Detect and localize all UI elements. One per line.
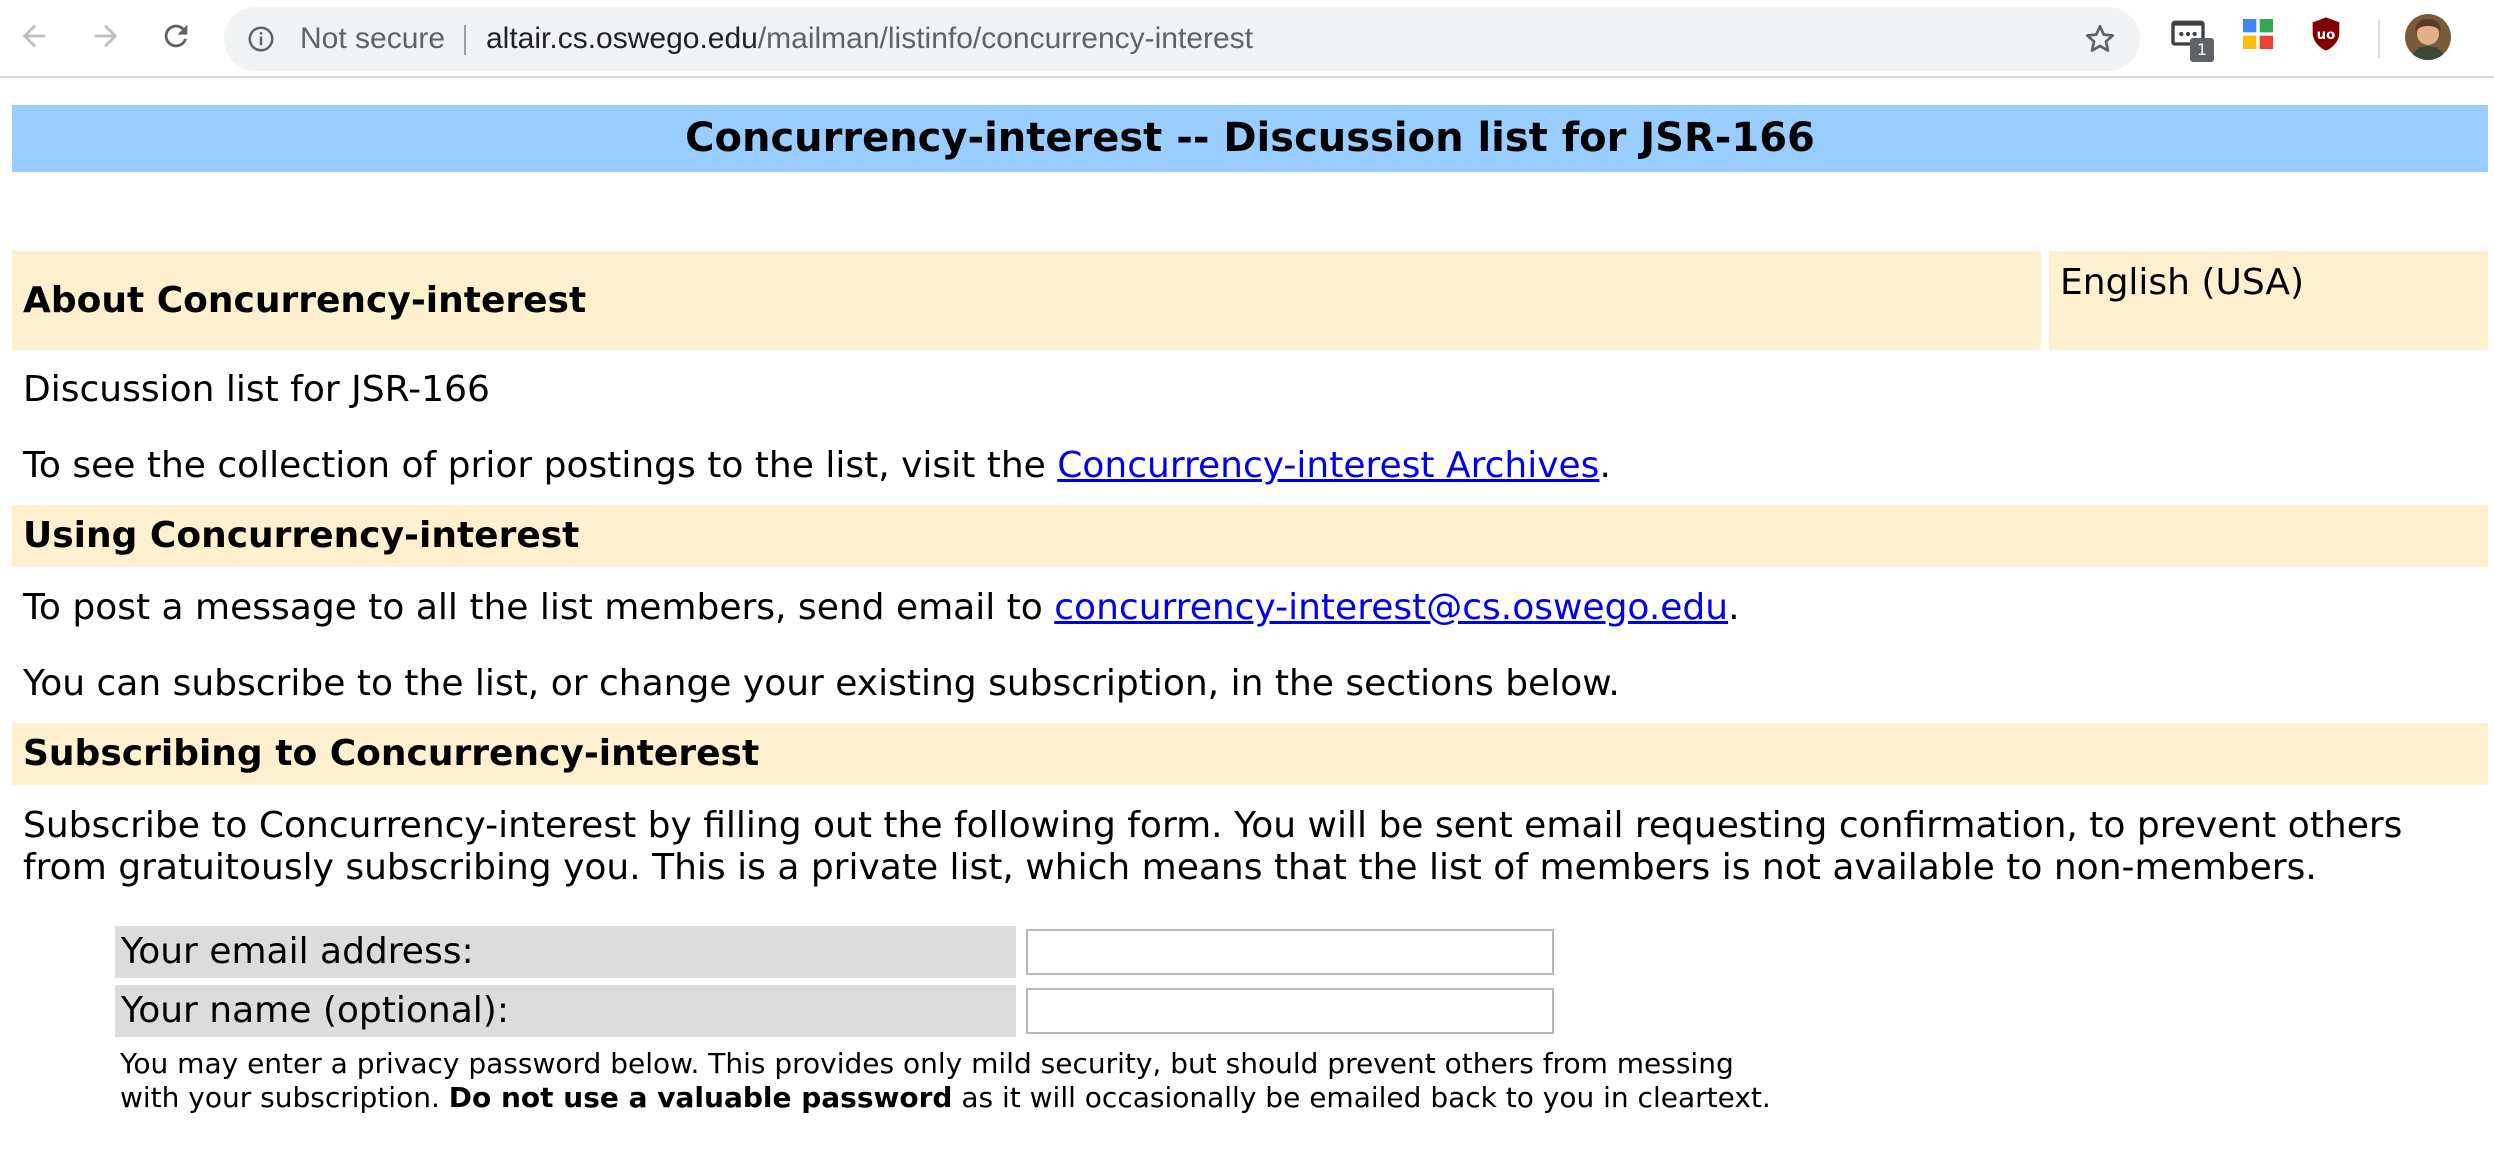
- browser-toolbar: Not secure altair.cs.oswego.edu/mailman/…: [0, 0, 2494, 78]
- password-note-suffix: as it will occasionally be emailed back …: [952, 1081, 1771, 1114]
- info-icon[interactable]: [246, 24, 276, 54]
- subscribe-note: You can subscribe to the list, or change…: [23, 663, 1620, 704]
- post-text-suffix: .: [1728, 587, 1740, 628]
- archives-text-prefix: To see the collection of prior postings …: [23, 445, 1058, 486]
- archives-link[interactable]: Concurrency-interest Archives: [1057, 445, 1599, 486]
- omnibox-divider: [464, 25, 466, 55]
- back-arrow-icon: [22, 24, 46, 48]
- google-squares-icon: [2243, 19, 2273, 49]
- password-note: You may enter a privacy password below. …: [120, 1047, 1780, 1115]
- reload-button[interactable]: [154, 14, 198, 58]
- name-row: Your name (optional):: [115, 985, 1555, 1037]
- list-email-link[interactable]: concurrency-interest@cs.oswego.edu: [1054, 587, 1728, 628]
- svg-text:uo: uo: [2317, 28, 2336, 43]
- subscribe-intro: Subscribe to Concurrency-interest by fil…: [23, 805, 2403, 888]
- profile-avatar[interactable]: [2405, 14, 2451, 60]
- url-path: /mailman/listinfo/concurrency-interest: [757, 22, 1254, 55]
- post-text-prefix: To post a message to all the list member…: [23, 587, 1055, 628]
- name-label: Your name (optional):: [115, 985, 1016, 1037]
- extension-google-color[interactable]: [2238, 14, 2286, 62]
- extension-tab-counter[interactable]: 1: [2168, 14, 2216, 62]
- email-row: Your email address:: [115, 926, 1555, 978]
- name-field[interactable]: [1026, 988, 1554, 1034]
- ublock-shield-icon: uo: [2312, 17, 2340, 51]
- archives-paragraph: To see the collection of prior postings …: [23, 445, 1611, 487]
- section-heading-about: About Concurrency-interest: [12, 251, 2041, 350]
- bookmark-star-icon[interactable]: [2082, 21, 2118, 57]
- language-label: English (USA): [2049, 251, 2488, 350]
- extension-badge: 1: [2190, 38, 2214, 62]
- list-description: Discussion list for JSR-166: [23, 369, 490, 410]
- avatar-icon: [2405, 14, 2451, 60]
- page-title: Concurrency-interest -- Discussion list …: [12, 105, 2488, 172]
- extension-ublock[interactable]: uo: [2306, 14, 2354, 62]
- reload-icon: [164, 24, 188, 48]
- page-content: Concurrency-interest -- Discussion list …: [0, 78, 2494, 1149]
- url-text[interactable]: altair.cs.oswego.edu/mailman/listinfo/co…: [486, 7, 1253, 71]
- password-warning: Do not use a valuable password: [448, 1081, 953, 1114]
- forward-arrow-icon: [94, 24, 118, 48]
- security-status[interactable]: Not secure: [300, 7, 445, 71]
- toolbar-divider: [2378, 20, 2380, 58]
- email-field[interactable]: [1026, 929, 1554, 975]
- back-button[interactable]: [12, 14, 56, 58]
- archives-text-suffix: .: [1599, 445, 1611, 486]
- url-host: altair.cs.oswego.edu: [486, 22, 758, 55]
- forward-button[interactable]: [84, 14, 128, 58]
- section-heading-subscribing: Subscribing to Concurrency-interest: [12, 723, 2488, 785]
- section-heading-using: Using Concurrency-interest: [12, 505, 2488, 567]
- post-paragraph: To post a message to all the list member…: [23, 587, 1740, 629]
- address-bar[interactable]: Not secure altair.cs.oswego.edu/mailman/…: [224, 7, 2140, 71]
- email-label: Your email address:: [115, 926, 1016, 978]
